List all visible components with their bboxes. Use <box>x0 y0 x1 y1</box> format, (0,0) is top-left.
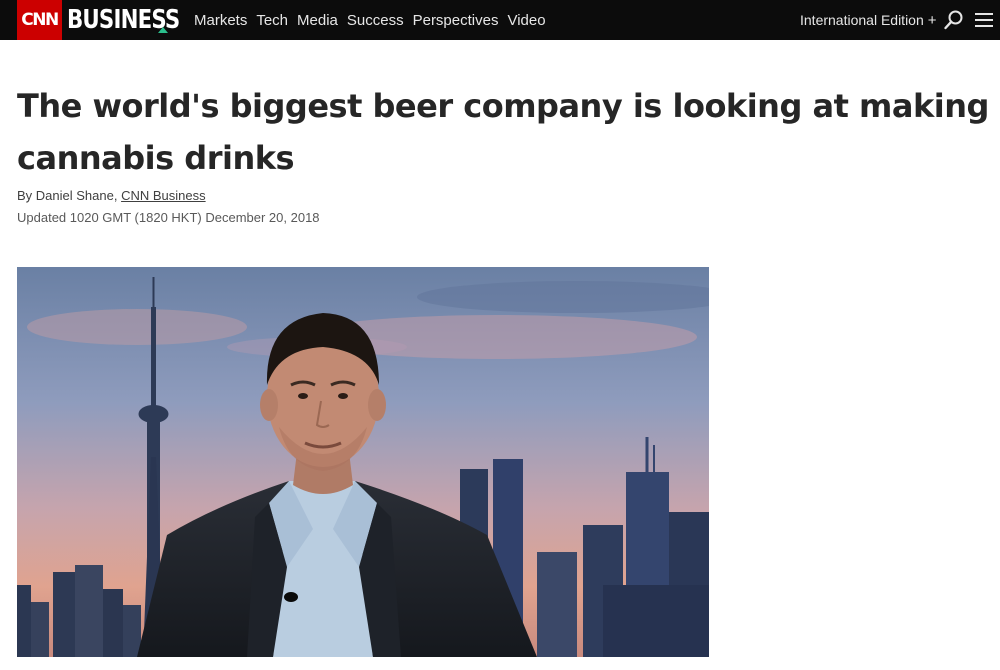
nav-item-video[interactable]: Video <box>507 12 545 29</box>
nav-item-success[interactable]: Success <box>347 12 404 29</box>
edition-plus-icon: + <box>927 11 937 29</box>
nav-item-media[interactable]: Media <box>297 12 338 29</box>
nav-item-markets[interactable]: Markets <box>194 12 247 29</box>
edition-label: International Edition <box>800 12 924 28</box>
search-icon[interactable] <box>943 9 965 31</box>
hamburger-menu-icon[interactable] <box>974 10 994 30</box>
article-headline: The world's biggest beer company is look… <box>17 87 989 177</box>
nav-item-tech[interactable]: Tech <box>256 12 288 29</box>
top-navigation-bar: CNN BUSINESS Markets Tech Media Success … <box>0 0 1000 40</box>
nav-item-perspectives[interactable]: Perspectives <box>413 12 499 29</box>
video-frame-image <box>17 267 709 657</box>
byline-source-link[interactable]: CNN Business <box>121 188 206 203</box>
article-byline: By Daniel Shane, CNN Business <box>17 188 206 203</box>
logo-accent-triangle <box>158 27 168 33</box>
video-player-still[interactable] <box>17 267 709 657</box>
cnn-business-logo[interactable]: CNN BUSINESS <box>17 0 204 40</box>
article-timestamp: Updated 1020 GMT (1820 HKT) December 20,… <box>17 210 320 225</box>
edition-selector[interactable]: International Edition + <box>800 0 937 40</box>
byline-author: By Daniel Shane, <box>17 188 122 203</box>
section-nav: Markets Tech Media Success Perspectives … <box>194 0 555 40</box>
cnn-logo-mark: CNN <box>17 0 62 40</box>
